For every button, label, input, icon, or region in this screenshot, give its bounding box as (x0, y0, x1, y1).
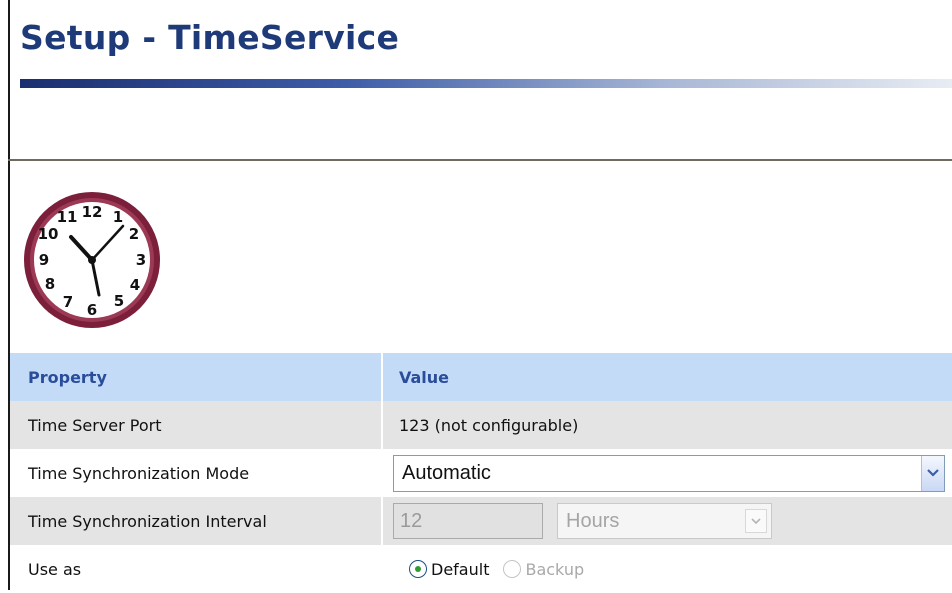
table-header-row: Property Value (10, 353, 952, 401)
chevron-down-icon[interactable] (921, 455, 944, 491)
clock-numeral-7: 7 (63, 293, 73, 311)
row-time-server-port: Time Server Port 123 (not configurable) (10, 401, 952, 449)
clock-numeral-9: 9 (39, 251, 49, 269)
radio-default-label[interactable]: Default (431, 560, 489, 579)
clock-numeral-5: 5 (114, 292, 124, 310)
row-sync-mode: Time Synchronization Mode Automatic (10, 449, 952, 497)
interval-value-input[interactable]: 12 (393, 503, 543, 539)
label-use-as: Use as (10, 545, 382, 593)
chevron-down-icon[interactable] (745, 509, 767, 533)
row-sync-interval: Time Synchronization Interval 12 Hours (10, 497, 952, 545)
use-as-radio-group: Default Backup (409, 560, 952, 579)
radio-backup-label[interactable]: Backup (525, 560, 584, 579)
clock-numeral-10: 10 (38, 225, 59, 243)
sync-interval-cell: 12 Hours (381, 497, 952, 545)
use-as-cell: Default Backup (381, 545, 952, 593)
sync-mode-select[interactable]: Automatic (393, 454, 945, 492)
sync-mode-cell: Automatic (381, 449, 952, 497)
clock-numeral-4: 4 (130, 276, 140, 294)
clock-numeral-8: 8 (45, 275, 55, 293)
clock-numeral-1: 1 (113, 208, 123, 226)
clock-numeral-2: 2 (129, 225, 139, 243)
sync-mode-selected: Automatic (402, 461, 491, 484)
radio-backup[interactable] (503, 560, 522, 578)
interval-unit-select[interactable]: Hours (557, 503, 772, 539)
radio-default[interactable] (409, 560, 427, 578)
header-value: Value (381, 353, 952, 401)
clock-numeral-6: 6 (87, 301, 97, 319)
clock-numeral-12: 12 (82, 203, 103, 221)
section-divider (8, 159, 952, 161)
header-property: Property (10, 353, 382, 401)
clock-numeral-11: 11 (57, 208, 78, 226)
label-sync-mode: Time Synchronization Mode (10, 449, 382, 497)
label-time-server-port: Time Server Port (10, 401, 382, 449)
clock-icon: 12 1 2 3 4 5 6 7 8 9 10 11 (21, 189, 163, 331)
clock-numeral-3: 3 (136, 251, 146, 269)
interval-unit-selected: Hours (566, 510, 620, 532)
label-sync-interval: Time Synchronization Interval (10, 497, 382, 545)
properties-table: Property Value Time Server Port 123 (not… (10, 353, 952, 593)
page-title: Setup - TimeService (20, 18, 400, 57)
row-use-as: Use as Default Backup (10, 545, 952, 593)
value-time-server-port: 123 (not configurable) (381, 401, 952, 449)
title-underline (20, 79, 952, 88)
